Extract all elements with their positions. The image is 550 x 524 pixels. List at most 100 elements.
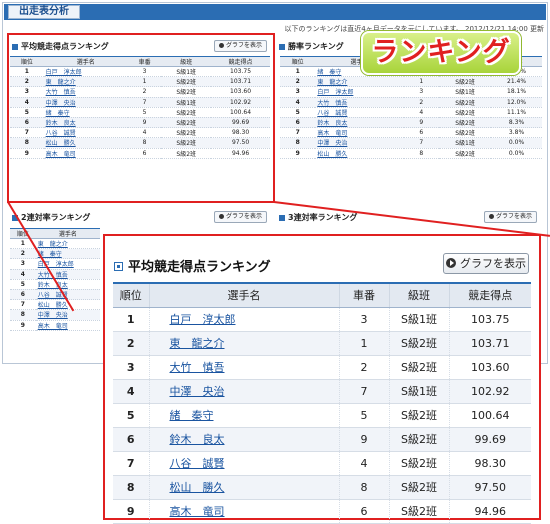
cell-car: 2 (403, 97, 439, 108)
zoomed-ranking-panel: 平均競走得点ランキング グラフを表示 順位 選手名 車番 級班 競走得点 1 白戸… (103, 234, 541, 524)
column-header: 級班 (389, 282, 450, 308)
cell-car: 1 (403, 76, 439, 88)
cell-value: 21.4% (491, 76, 542, 88)
column-header: 競走得点 (449, 282, 531, 308)
cell-rank: 4 (10, 269, 36, 280)
cell-rank: 2 (280, 76, 316, 88)
rider-name-link[interactable]: 高木 竜司 (149, 499, 340, 524)
cell-score: 102.92 (449, 379, 531, 404)
cell-class: S級2班 (389, 499, 450, 524)
cell-class: S級2班 (389, 355, 450, 380)
cell-value: 12.0% (491, 97, 542, 108)
section-bullet-icon (279, 43, 285, 50)
cell-car: 6 (339, 499, 390, 524)
rider-name-link[interactable]: 中澤 央治 (315, 137, 404, 149)
table-row: 6 八谷 誠賢 (10, 289, 100, 301)
page-header-bar: 出走表分析 (4, 4, 546, 20)
cell-rank: 9 (280, 148, 316, 159)
rider-name-link[interactable]: 大竹 慎吾 (35, 269, 100, 280)
cell-rank: 8 (113, 475, 150, 500)
rider-name-link[interactable]: 東 龍之介 (149, 331, 340, 356)
cell-class: S級2班 (438, 107, 492, 118)
win-rate-panel-title-text: 勝率ランキング (288, 42, 344, 51)
rider-name-link[interactable]: 東 龍之介 (315, 76, 404, 88)
cell-rank: 7 (280, 127, 316, 139)
cell-class: S級2班 (389, 331, 450, 356)
table-row: 3 大竹 慎吾 2 S級2班 103.60 (113, 355, 531, 380)
cell-class: S級2班 (438, 97, 492, 108)
rider-name-link[interactable]: 高木 竜司 (35, 320, 100, 331)
cell-car: 2 (339, 355, 390, 380)
rider-name-link[interactable]: 八谷 誠賢 (149, 451, 340, 476)
rider-name-link[interactable]: 中澤 央治 (35, 309, 100, 321)
cell-rank: 6 (280, 117, 316, 129)
cell-value: 18.1% (491, 86, 542, 98)
ranking-table: 順位 選手名 車番 級班 競走得点 1 白戸 淳太郎 3 S級1班 103.75 2 東 龍… (113, 282, 531, 524)
rider-name-link[interactable]: 緒 秦守 (35, 248, 100, 260)
section-bullet-icon (114, 262, 123, 271)
cell-score: 94.96 (449, 499, 531, 524)
cell-rank: 2 (113, 331, 150, 356)
quinella-graph-button[interactable]: グラフを表示 (214, 211, 268, 223)
header-tab[interactable]: 出走表分析 (8, 5, 80, 19)
play-icon (219, 214, 224, 219)
show-graph-button-label: グラフを表示 (460, 257, 526, 270)
show-graph-button[interactable]: グラフを表示 (443, 253, 529, 274)
rider-name-link[interactable]: 鈴木 良太 (315, 117, 404, 129)
rider-name-link[interactable]: 東 龍之介 (35, 238, 100, 250)
cell-rank: 8 (10, 309, 36, 321)
cell-score: 103.60 (449, 355, 531, 380)
cell-class: S級2班 (389, 475, 450, 500)
cell-score: 100.64 (449, 403, 531, 428)
cell-rank: 9 (113, 499, 150, 524)
table-row: 9 高木 竜司 6 S級2班 94.96 (113, 499, 531, 524)
table-row: 7 高木 竜司 6 S級2班 3.8% (280, 127, 542, 139)
cell-score: 103.71 (449, 331, 531, 356)
table-row: 3 白戸 淳太郎 (10, 258, 100, 270)
rider-name-link[interactable]: 白戸 淳太郎 (315, 86, 404, 98)
cell-value: 0.0% (491, 148, 542, 159)
table-row: 4 大竹 慎吾 2 S級2班 12.0% (280, 97, 542, 108)
cell-class: S級1班 (389, 379, 450, 404)
column-header: 選手名 (149, 282, 340, 308)
cell-car: 8 (339, 475, 390, 500)
cell-class: S級1班 (438, 86, 492, 98)
rider-name-link[interactable]: 鈴木 良太 (35, 279, 100, 290)
table-row: 4 中澤 央治 7 S級1班 102.92 (113, 379, 531, 404)
cell-class: S級2班 (438, 76, 492, 88)
cell-score: 98.30 (449, 451, 531, 476)
cell-rank: 3 (113, 355, 150, 380)
cell-rank: 6 (113, 427, 150, 452)
cell-rank: 7 (10, 299, 36, 311)
rider-name-link[interactable]: 松山 勝久 (149, 475, 340, 500)
cell-rank: 5 (280, 107, 316, 118)
cell-rank: 1 (113, 307, 150, 332)
cell-class: S級1班 (438, 137, 492, 149)
graph-button-label: グラフを表示 (226, 213, 263, 220)
cell-rank: 3 (280, 86, 316, 98)
graph-button-label: グラフを表示 (496, 213, 533, 220)
cell-score: 97.50 (449, 475, 531, 500)
cell-car: 3 (403, 86, 439, 98)
rider-name-link[interactable]: 鈴木 良太 (149, 427, 340, 452)
cell-value: 3.8% (491, 127, 542, 139)
win-rate-panel-title: 勝率ランキング (279, 41, 344, 52)
rider-name-link[interactable]: 緒 秦守 (149, 403, 340, 428)
rider-name-link[interactable]: 高木 竜司 (315, 127, 404, 139)
rider-name-link[interactable]: 松山 勝久 (315, 148, 404, 159)
trifecta-panel-title-text: 3連対率ランキング (288, 213, 358, 222)
cell-score: 99.69 (449, 427, 531, 452)
quinella-panel-title: 2連対率ランキング (12, 212, 90, 223)
rider-name-link[interactable]: 八谷 誠賢 (315, 107, 404, 118)
rider-name-link[interactable]: 中澤 央治 (149, 379, 340, 404)
highlight-box (7, 33, 275, 203)
cell-car: 3 (339, 307, 390, 332)
rider-name-link[interactable]: 大竹 慎吾 (315, 97, 404, 108)
rider-name-link[interactable]: 白戸 淳太郎 (149, 307, 340, 332)
rider-name-link[interactable]: 大竹 慎吾 (149, 355, 340, 380)
rider-name-link[interactable]: 八谷 誠賢 (35, 289, 100, 301)
column-header: 車番 (339, 282, 390, 308)
cell-class: S級2班 (438, 148, 492, 159)
cell-score: 103.75 (449, 307, 531, 332)
trifecta-graph-button[interactable]: グラフを表示 (484, 211, 538, 223)
